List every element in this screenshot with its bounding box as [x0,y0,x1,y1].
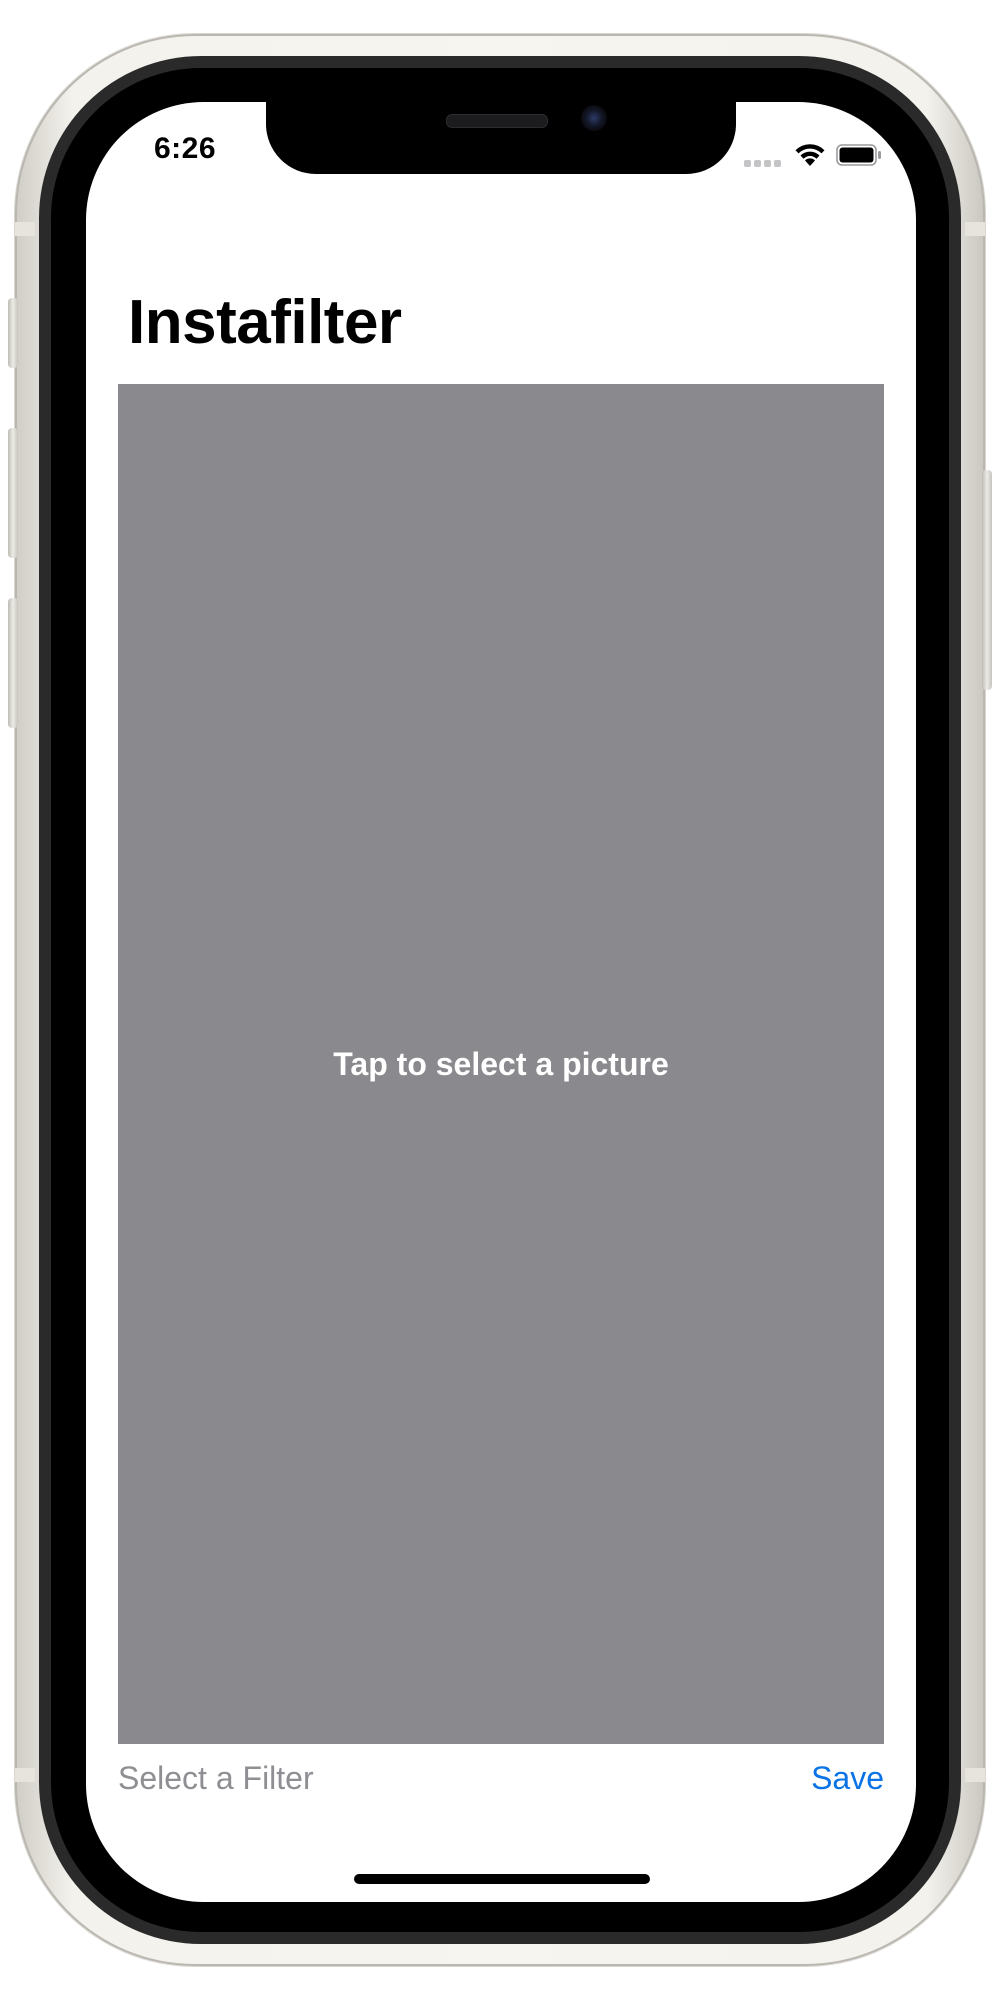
antenna-band [15,222,35,236]
phone-screen: 6:26 Instafilter Tap to select a picture… [86,102,916,1902]
status-time: 6:26 [154,132,217,165]
select-picture-area[interactable]: Tap to select a picture [118,384,884,1744]
bottom-toolbar: Select a Filter Save [118,1760,884,1810]
save-button[interactable]: Save [811,1760,884,1797]
front-camera [581,105,607,131]
battery-icon [836,144,881,166]
select-picture-prompt: Tap to select a picture [333,1045,669,1082]
cellular-signal-icon [744,154,784,167]
notch [266,102,736,174]
status-icons [744,138,884,168]
antenna-band [965,222,985,236]
antenna-band [965,1768,985,1782]
earpiece-speaker [446,114,548,128]
antenna-band [15,1768,35,1782]
volume-up-button [8,428,18,558]
select-filter-button[interactable]: Select a Filter [118,1760,314,1797]
volume-down-button [8,598,18,728]
side-power-button [982,470,992,690]
page-title: Instafilter [128,288,402,357]
silent-switch [8,298,18,368]
wifi-icon [795,144,825,166]
home-indicator[interactable] [354,1874,650,1884]
